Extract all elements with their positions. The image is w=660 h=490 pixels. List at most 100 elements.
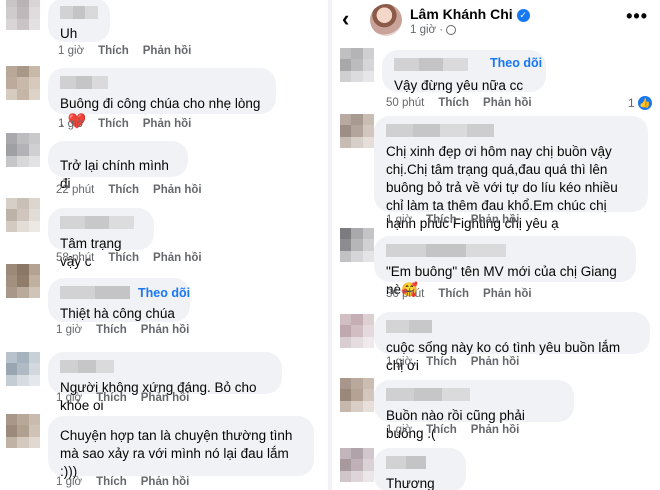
comment-bubble: Buông đi công chúa cho nhẹ lòng . ❤️ bbox=[48, 68, 276, 130]
commenter-name-blurred[interactable] bbox=[386, 320, 432, 333]
comment-time[interactable]: 1 giờ bbox=[58, 118, 84, 130]
like-link[interactable]: Thích bbox=[108, 184, 139, 196]
avatar-blurred[interactable] bbox=[340, 448, 374, 482]
comment-time[interactable]: 1 giờ bbox=[56, 324, 82, 336]
commenter-name-blurred[interactable] bbox=[60, 360, 114, 373]
comment-bubble: cuộc sống này ko có tình yêu buồn lắm ch… bbox=[374, 312, 650, 373]
like-link[interactable]: Thích bbox=[98, 118, 129, 130]
reply-link[interactable]: Phản hồi bbox=[141, 476, 190, 488]
avatar-blurred[interactable] bbox=[340, 314, 374, 348]
comment-time[interactable]: 1 giờ bbox=[56, 476, 82, 488]
like-reaction-icon: 👍 bbox=[637, 96, 652, 110]
avatar-blurred[interactable] bbox=[6, 133, 40, 167]
comment-time[interactable]: 1 giờ bbox=[386, 424, 412, 436]
commenter-name-blurred[interactable] bbox=[394, 58, 469, 71]
left-comment-panel: Uh 1 giờ Thích Phản hồi Buông đi công chúa… bbox=[0, 0, 326, 490]
reply-link[interactable]: Phản hồi bbox=[143, 118, 192, 130]
comment-actions: 58 phút Thích Phản hồi bbox=[56, 252, 216, 264]
comment-actions: 22 phút Thích Phản hồi bbox=[56, 184, 216, 196]
avatar-blurred[interactable] bbox=[340, 228, 374, 262]
comment-actions: 1 giờ Thích Phản hồi bbox=[386, 356, 533, 368]
avatar-blurred[interactable] bbox=[6, 264, 40, 298]
follow-link[interactable]: Theo dõi bbox=[138, 286, 190, 300]
comment-time[interactable]: 1 giờ bbox=[386, 356, 412, 368]
reply-link[interactable]: Phản hồi bbox=[471, 424, 520, 436]
comment-text: Chuyện hợp tan là chuyện thường tình mà … bbox=[60, 428, 293, 479]
comment-time[interactable]: 1 giờ bbox=[56, 392, 82, 404]
comment-bubble: Buồn nào rồi cũng phải buông .( bbox=[374, 380, 574, 441]
comment-actions: 1 giờ Thích Phản hồi bbox=[58, 45, 205, 57]
comment-time[interactable]: 50 phút bbox=[386, 97, 424, 109]
reply-link[interactable]: Phản hồi bbox=[153, 252, 202, 264]
comment-actions: 36 phút Thích Phản hồi bbox=[386, 288, 546, 300]
comment-bubble: Thương chị bbox=[374, 448, 466, 490]
like-link[interactable]: Thích bbox=[438, 288, 469, 300]
like-link[interactable]: Thích bbox=[108, 252, 139, 264]
avatar-blurred[interactable] bbox=[340, 48, 374, 82]
globe-icon bbox=[446, 25, 457, 35]
reply-link[interactable]: Phản hồi bbox=[143, 45, 192, 57]
commenter-name-blurred[interactable] bbox=[386, 388, 470, 401]
more-options-icon[interactable]: ••• bbox=[626, 6, 648, 27]
page-name[interactable]: Lâm Khánh Chi ✓ bbox=[410, 6, 530, 22]
verified-badge-icon: ✓ bbox=[516, 9, 530, 22]
reply-link[interactable]: Phản hồi bbox=[141, 392, 190, 404]
back-icon[interactable]: ‹ bbox=[342, 6, 349, 32]
post-header: ‹ Lâm Khánh Chi ✓ 1 giờ · ••• bbox=[334, 0, 660, 44]
commenter-name-blurred[interactable] bbox=[60, 216, 135, 229]
comment-bubble: Tâm trạng vậy c bbox=[48, 208, 154, 269]
commenter-name-blurred[interactable] bbox=[60, 286, 130, 299]
avatar-blurred[interactable] bbox=[6, 66, 40, 100]
like-link[interactable]: Thích bbox=[96, 392, 127, 404]
comment-text: Thương chị bbox=[386, 476, 435, 490]
comment-bubble: Người không xứng đáng. Bỏ cho khỏe oi bbox=[48, 352, 282, 413]
follow-link[interactable]: Theo dõi bbox=[490, 56, 542, 70]
comment-time[interactable]: 1 giờ bbox=[386, 214, 412, 226]
like-link[interactable]: Thích bbox=[96, 476, 127, 488]
post-time[interactable]: 1 giờ bbox=[410, 24, 436, 36]
comment-bubble: Trở lại chính mình đi bbox=[48, 141, 188, 191]
like-link[interactable]: Thích bbox=[96, 324, 127, 336]
like-link[interactable]: Thích bbox=[426, 424, 457, 436]
comment-bubble: Uh bbox=[48, 0, 110, 42]
comment-actions: 1 giờ Thích Phản hồi bbox=[56, 324, 203, 336]
comment-actions: 1 giờ Thích Phản hồi bbox=[56, 476, 203, 488]
comment-time[interactable]: 22 phút bbox=[56, 184, 94, 196]
like-link[interactable]: Thích bbox=[426, 214, 457, 226]
reply-link[interactable]: Phản hồi bbox=[471, 356, 520, 368]
avatar-blurred[interactable] bbox=[340, 378, 374, 412]
reply-link[interactable]: Phản hồi bbox=[471, 214, 520, 226]
avatar-blurred[interactable] bbox=[6, 352, 40, 386]
commenter-name-blurred[interactable] bbox=[386, 456, 426, 469]
reply-link[interactable]: Phản hồi bbox=[141, 324, 190, 336]
commenter-name-blurred[interactable] bbox=[60, 6, 99, 19]
avatar-blurred[interactable] bbox=[6, 414, 40, 448]
avatar-blurred[interactable] bbox=[6, 0, 40, 30]
reply-link[interactable]: Phản hồi bbox=[153, 184, 202, 196]
commenter-name-blurred[interactable] bbox=[60, 76, 108, 89]
commenter-name-blurred[interactable] bbox=[386, 124, 494, 137]
avatar-blurred[interactable] bbox=[340, 114, 374, 148]
comment-text: Thiệt hà công chúa bbox=[60, 306, 175, 321]
reply-link[interactable]: Phản hồi bbox=[483, 288, 532, 300]
reaction-count: 1 bbox=[628, 96, 635, 110]
comment-text: Uh bbox=[60, 26, 78, 41]
reaction-summary[interactable]: 1 👍 bbox=[628, 96, 652, 110]
reply-link[interactable]: Phản hồi bbox=[483, 97, 532, 109]
comment-time[interactable]: 58 phút bbox=[56, 252, 94, 264]
avatar-blurred[interactable] bbox=[6, 198, 40, 232]
like-link[interactable]: Thích bbox=[438, 97, 469, 109]
page-avatar[interactable] bbox=[370, 4, 402, 36]
right-comment-panel: ‹ Lâm Khánh Chi ✓ 1 giờ · ••• Vậy đừng yê… bbox=[334, 0, 660, 490]
comment-time[interactable]: 1 giờ bbox=[58, 45, 84, 57]
like-link[interactable]: Thích bbox=[426, 356, 457, 368]
comment-time[interactable]: 36 phút bbox=[386, 288, 424, 300]
comment-actions: 1 giờ Thích Phản hồi bbox=[386, 424, 533, 436]
like-link[interactable]: Thích bbox=[98, 45, 129, 57]
comment-actions: 50 phút Thích Phản hồi bbox=[386, 97, 546, 109]
post-meta: 1 giờ · bbox=[410, 24, 457, 36]
commenter-name-blurred[interactable] bbox=[386, 244, 506, 257]
comment-bubble: Thiệt hà công chúa bbox=[48, 278, 190, 322]
comment-actions: 1 giờ Thích Phản hồi bbox=[58, 118, 205, 130]
comment-bubble: "Em buông" tên MV mới của chị Giang nè🥰 bbox=[374, 236, 636, 297]
